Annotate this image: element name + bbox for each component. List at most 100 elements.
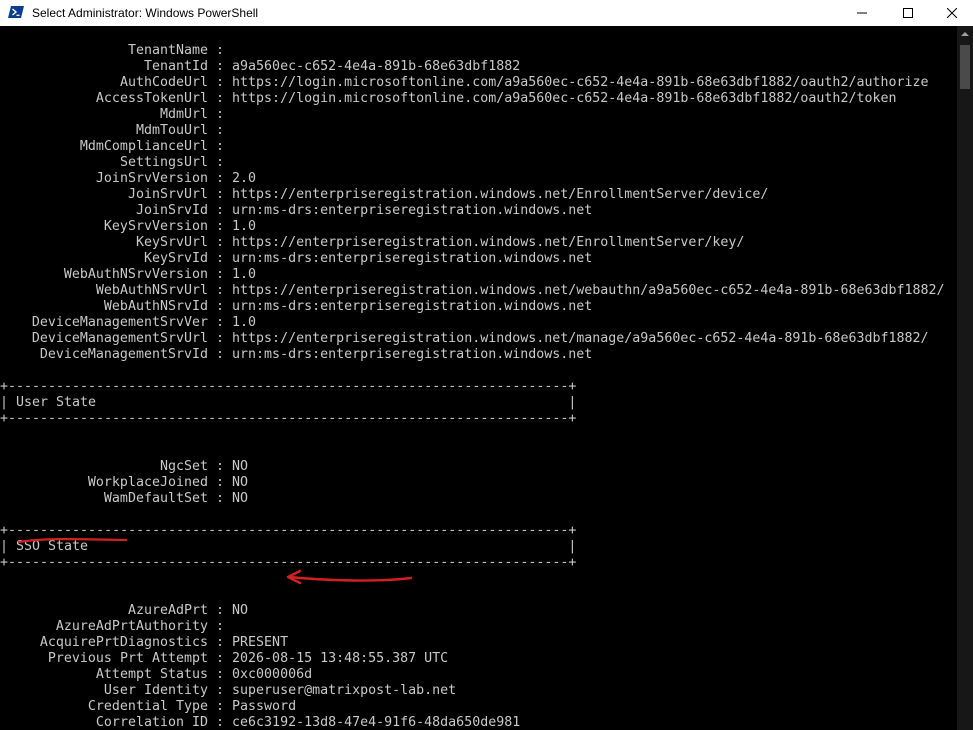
- console-colon: :: [208, 171, 233, 186]
- scrollbar-thumb[interactable]: [960, 45, 970, 89]
- console-colon: :: [208, 347, 233, 362]
- console-colon: :: [208, 251, 233, 266]
- device-details-row: TenantId : a9a560ec-c652-4e4a-891b-68e63…: [0, 59, 520, 75]
- console-key: AuthCodeUrl: [119, 75, 208, 90]
- console-value: NO: [232, 459, 249, 474]
- sso-state-border-bottom: +---------------------------------------…: [0, 555, 577, 570]
- console-key: Credential Type: [87, 699, 208, 714]
- title-bar[interactable]: Select Administrator: Windows PowerShell: [0, 0, 973, 26]
- console-key: WamDefaultSet: [103, 491, 208, 506]
- console-key: TenantId: [143, 59, 208, 74]
- user-state-border-top: +---------------------------------------…: [0, 379, 577, 394]
- console-colon: :: [208, 283, 233, 298]
- console-value: urn:ms-drs:enterpriseregistration.window…: [232, 347, 593, 362]
- device-details-row: KeySrvUrl : https://enterpriseregistrati…: [0, 235, 744, 251]
- sso-state-row: Correlation ID : ce6c3192-13d8-47e4-91f6…: [0, 715, 520, 730]
- sso-state-row: AcquirePrtDiagnostics : PRESENT: [0, 635, 288, 651]
- device-details-row: DeviceManagementSrvUrl : https://enterpr…: [0, 331, 929, 347]
- console-key: TenantName: [127, 43, 208, 58]
- maximize-icon: [903, 8, 913, 18]
- console-colon: :: [208, 91, 233, 106]
- console-colon: :: [208, 187, 233, 202]
- console-colon: :: [208, 667, 233, 682]
- sso-state-row: Attempt Status : 0xc000006d: [0, 667, 312, 683]
- console-value: 2.0: [232, 171, 257, 186]
- console-key: DeviceManagementSrvUrl: [31, 331, 208, 346]
- console-key: WebAuthNSrvUrl: [95, 283, 208, 298]
- console-colon: :: [208, 75, 233, 90]
- scroll-up-icon[interactable]: [957, 26, 973, 42]
- console-colon: :: [208, 155, 233, 170]
- console-value: 1.0: [232, 267, 257, 282]
- maximize-button[interactable]: [885, 0, 931, 26]
- console-key: AcquirePrtDiagnostics: [39, 635, 208, 650]
- console-key: AzureAdPrt: [127, 603, 208, 618]
- sso-state-row: Credential Type : Password: [0, 699, 296, 715]
- sso-state-row: AzureAdPrt : NO: [0, 603, 248, 619]
- console-value: https://login.microsoftonline.com/a9a560…: [232, 75, 929, 90]
- console-key: KeySrvUrl: [135, 235, 208, 250]
- user-state-row: NgcSet : NO: [0, 459, 248, 475]
- user-state-heading: | User State |: [0, 395, 577, 410]
- console-key: KeySrvId: [143, 251, 208, 266]
- console-colon: :: [208, 59, 233, 74]
- console-colon: :: [208, 299, 233, 314]
- console-value: https://enterpriseregistration.windows.n…: [232, 235, 745, 250]
- console-value: 1.0: [232, 315, 257, 330]
- user-state-border-bottom: +---------------------------------------…: [0, 411, 577, 426]
- console-key: Correlation ID: [95, 715, 208, 730]
- console-colon: :: [208, 203, 233, 218]
- sso-state-heading: | SSO State |: [0, 539, 577, 554]
- console-key: JoinSrvUrl: [127, 187, 208, 202]
- console-colon: :: [208, 475, 233, 490]
- console-key: Attempt Status: [95, 667, 208, 682]
- device-details-row: WebAuthNSrvVersion : 1.0: [0, 267, 256, 283]
- device-details-row: AccessTokenUrl : https://login.microsoft…: [0, 91, 897, 107]
- user-state-row: WorkplaceJoined : NO: [0, 475, 248, 491]
- close-icon: [947, 8, 957, 18]
- device-details-row: WebAuthNSrvUrl : https://enterpriseregis…: [0, 283, 945, 299]
- vertical-scrollbar[interactable]: [957, 26, 973, 730]
- console-key: AccessTokenUrl: [95, 91, 208, 106]
- user-state-row: WamDefaultSet : NO: [0, 491, 248, 507]
- console-key: JoinSrvVersion: [95, 171, 208, 186]
- device-details-row: MdmTouUrl :: [0, 123, 232, 139]
- console-value: urn:ms-drs:enterpriseregistration.window…: [232, 299, 593, 314]
- console-colon: :: [208, 315, 233, 330]
- console-value: https://enterpriseregistration.windows.n…: [232, 331, 929, 346]
- console-key: AzureAdPrtAuthority: [55, 619, 208, 634]
- device-details-row: KeySrvId : urn:ms-drs:enterpriseregistra…: [0, 251, 592, 267]
- console-value: NO: [232, 475, 249, 490]
- sso-state-border-top: +---------------------------------------…: [0, 523, 577, 538]
- close-button[interactable]: [931, 0, 973, 26]
- console-key: Previous Prt Attempt: [47, 651, 208, 666]
- console-value: 2026-08-15 13:48:55.387 UTC: [232, 651, 449, 666]
- console-key: User Identity: [103, 683, 208, 698]
- console-colon: :: [208, 107, 233, 122]
- console-colon: :: [208, 43, 233, 58]
- console-colon: :: [208, 699, 233, 714]
- minimize-icon: [857, 12, 867, 14]
- console-value: 0xc000006d: [232, 667, 313, 682]
- device-details-row: MdmUrl :: [0, 107, 232, 123]
- console-value: 1.0: [232, 219, 257, 234]
- console-colon: :: [208, 459, 233, 474]
- console-key: WebAuthNSrvVersion: [63, 267, 208, 282]
- console-key: MdmComplianceUrl: [79, 139, 208, 154]
- console-colon: :: [208, 267, 233, 282]
- console-value: urn:ms-drs:enterpriseregistration.window…: [232, 251, 593, 266]
- console-colon: :: [208, 619, 233, 634]
- device-details-row: JoinSrvId : urn:ms-drs:enterpriseregistr…: [0, 203, 592, 219]
- console-key: JoinSrvId: [135, 203, 208, 218]
- console-value: ce6c3192-13d8-47e4-91f6-48da650de981: [232, 715, 521, 730]
- console-output[interactable]: TenantName : TenantId : a9a560ec-c652-4e…: [0, 26, 957, 730]
- minimize-button[interactable]: [839, 0, 885, 26]
- console-colon: :: [208, 139, 233, 154]
- console-value: NO: [232, 603, 249, 618]
- console-value: NO: [232, 491, 249, 506]
- device-details-row: MdmComplianceUrl :: [0, 139, 232, 155]
- powershell-icon: [8, 4, 24, 20]
- console-key: SettingsUrl: [119, 155, 208, 170]
- console-value: PRESENT: [232, 635, 289, 650]
- device-details-row: TenantName :: [0, 43, 232, 59]
